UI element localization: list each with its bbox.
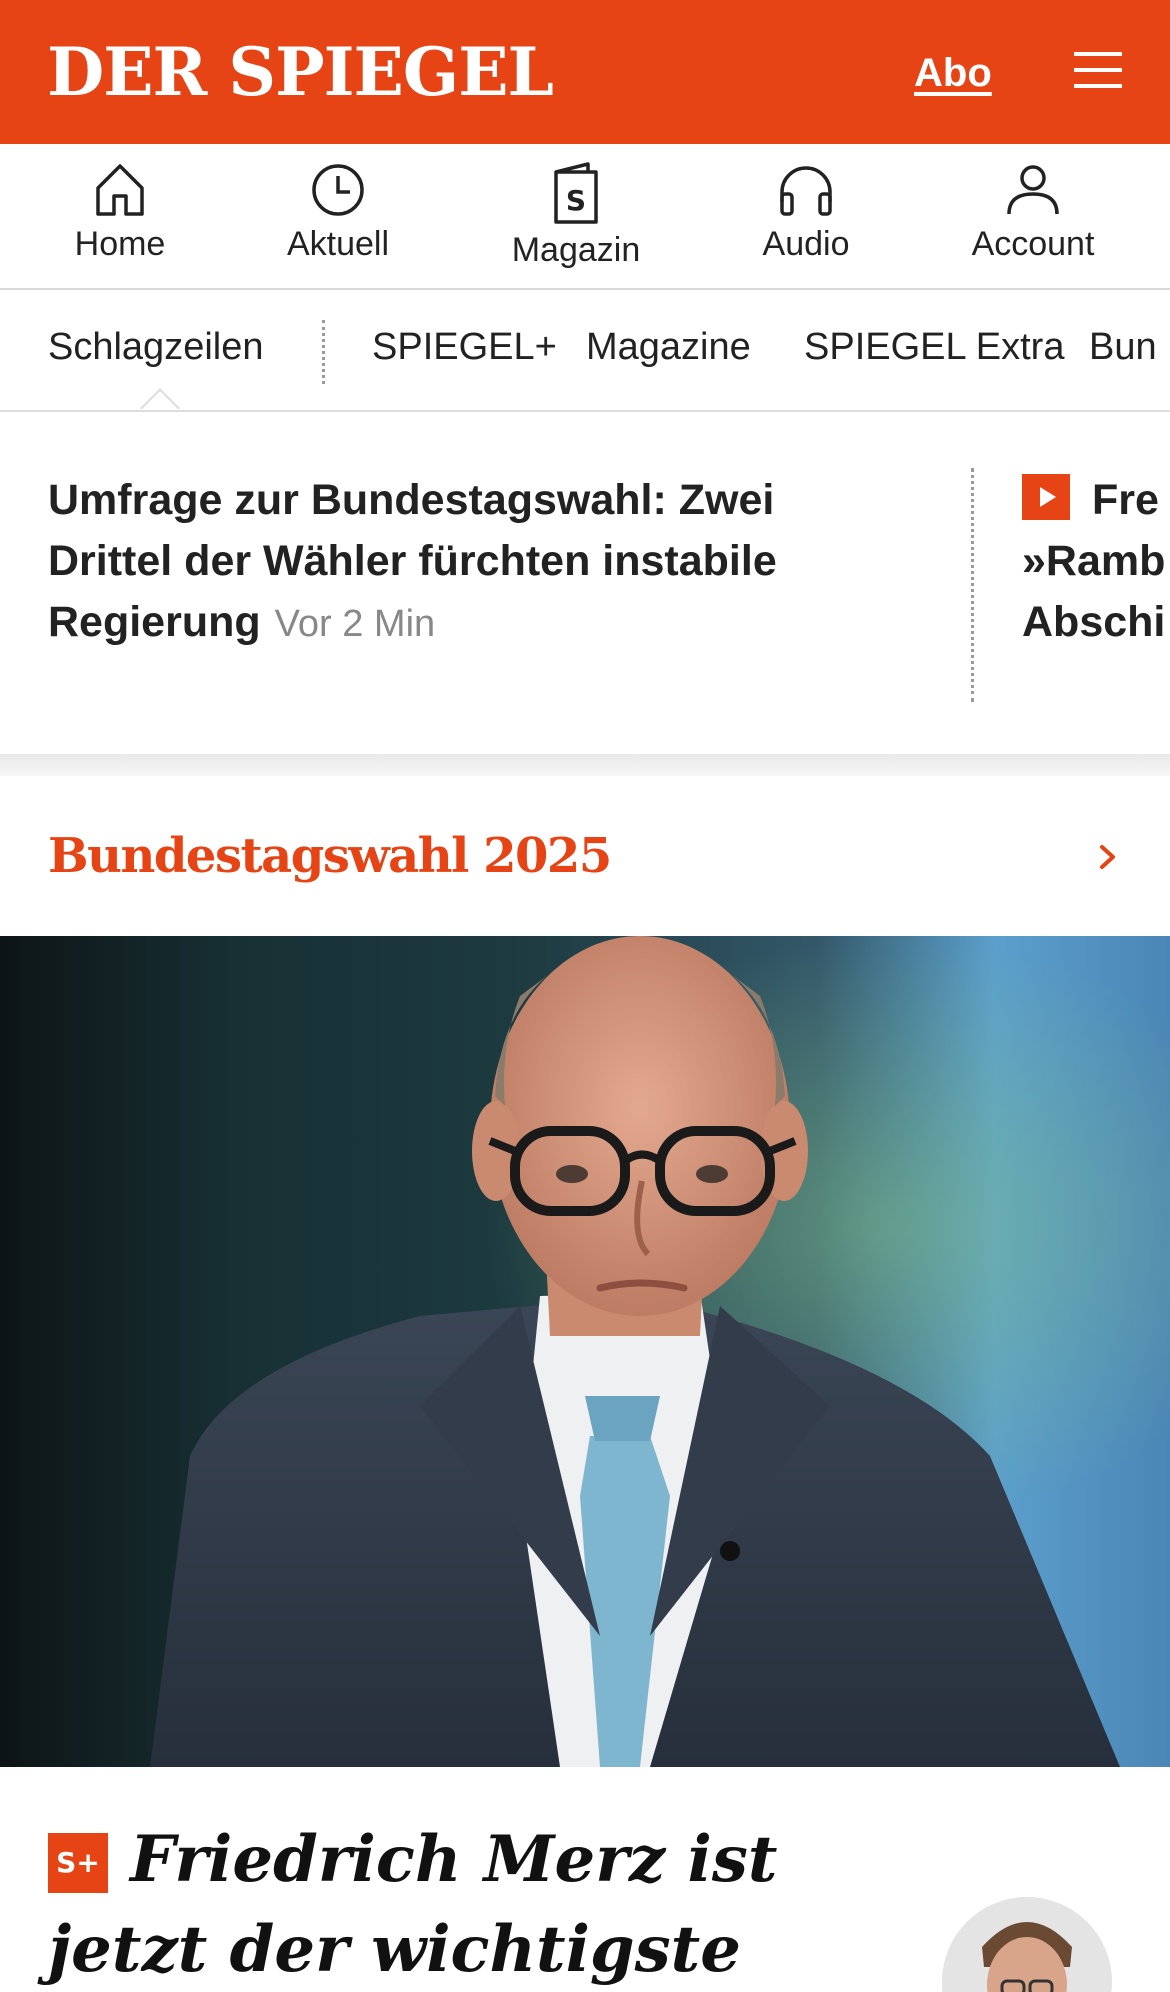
nav-home[interactable]: Home	[60, 144, 180, 288]
tab-magazine[interactable]: Magazine	[586, 324, 751, 370]
nav-account[interactable]: Account	[958, 144, 1108, 288]
article-hero-image[interactable]	[0, 936, 1170, 1767]
spiegel-logo[interactable]: DER SPIEGEL	[47, 30, 554, 114]
tab-schlagzeilen[interactable]: Schlagzeilen	[48, 324, 263, 370]
section-header[interactable]: Bundestagswahl 2025	[0, 776, 1170, 936]
tab-bundestagswahl[interactable]: Bun	[1089, 324, 1157, 370]
clock-icon	[312, 164, 364, 216]
svg-text:S: S	[566, 184, 586, 217]
nav-magazin[interactable]: S Magazin	[496, 144, 656, 288]
quick-nav: Home Aktuell S Magazin Audio Account	[0, 144, 1170, 290]
news-ticker: Umfrage zur Bundestagswahl: Zwei Drittel…	[0, 412, 1170, 754]
article-teaser[interactable]: Friedrich Merz ist jetzt der wichtigste …	[0, 1767, 1170, 1992]
nav-audio[interactable]: Audio	[746, 144, 866, 288]
video-play-icon	[1022, 474, 1070, 520]
ticker-side-line3: Abschi	[1022, 598, 1166, 646]
ticker-divider	[971, 468, 974, 702]
tab-spiegel-extra[interactable]: SPIEGEL Extra	[804, 324, 1064, 370]
top-header: DER SPIEGEL Abo	[0, 0, 1170, 144]
author-avatar	[942, 1897, 1112, 1992]
abo-link[interactable]: Abo	[914, 48, 992, 98]
tab-spiegel-plus[interactable]: SPIEGEL+	[372, 324, 557, 370]
nav-aktuell[interactable]: Aktuell	[268, 144, 408, 288]
portrait-photo	[0, 936, 1170, 1767]
nav-audio-label: Audio	[762, 225, 850, 263]
nav-account-label: Account	[971, 225, 1095, 263]
headphones-icon	[780, 166, 832, 216]
spiegel-plus-badge: S+	[48, 1833, 108, 1893]
nav-home-label: Home	[74, 225, 166, 263]
chevron-right-icon[interactable]	[1092, 842, 1122, 872]
hamburger-menu-icon[interactable]	[1074, 52, 1122, 90]
ticker-side-item[interactable]: Fre »Ramb Abschi	[1022, 470, 1170, 653]
ticker-main-item[interactable]: Umfrage zur Bundestagswahl: Zwei Drittel…	[48, 470, 908, 655]
account-icon	[1007, 165, 1059, 215]
nav-aktuell-label: Aktuell	[286, 225, 390, 263]
ticker-side-line1: Fre	[1092, 476, 1159, 524]
home-icon	[96, 164, 144, 216]
active-tab-indicator	[140, 388, 180, 410]
article-title[interactable]: Friedrich Merz ist jetzt der wichtigste …	[48, 1815, 928, 1992]
section-tabs: Schlagzeilen SPIEGEL+ Magazine SPIEGEL E…	[0, 290, 1170, 412]
ticker-side-line2: »Ramb	[1022, 537, 1166, 585]
tab-divider	[322, 320, 325, 384]
ticker-timestamp: Vor 2 Min	[274, 603, 436, 645]
nav-magazin-label: Magazin	[511, 231, 641, 269]
magazine-icon: S	[554, 162, 598, 224]
section-title[interactable]: Bundestagswahl 2025	[48, 826, 612, 886]
section-gap	[0, 754, 1170, 776]
